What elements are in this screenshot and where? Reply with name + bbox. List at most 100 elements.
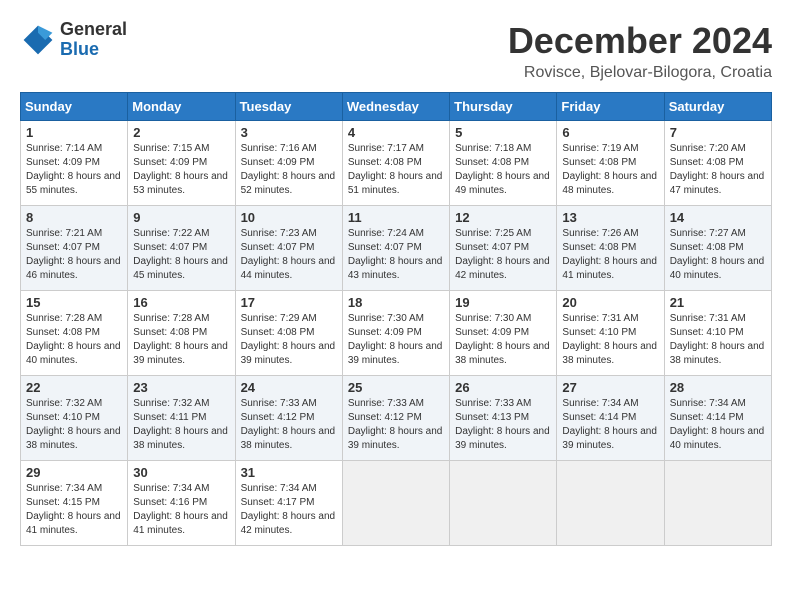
calendar-day-24: 24Sunrise: 7:33 AMSunset: 4:12 PMDayligh…: [235, 376, 342, 461]
calendar-day-3: 3 Sunrise: 7:16 AMSunset: 4:09 PMDaylight…: [235, 121, 342, 206]
calendar-week-3: 15 Sunrise: 7:28 AMSunset: 4:08 PMDayligh…: [21, 291, 772, 376]
day-number: 19: [455, 295, 551, 310]
calendar-day-12: 12 Sunrise: 7:25 AMSunset: 4:07 PMDayligh…: [450, 206, 557, 291]
calendar-day-21: 21 Sunrise: 7:31 AMSunset: 4:10 PMDayligh…: [664, 291, 771, 376]
day-info: Sunrise: 7:20 AMSunset: 4:08 PMDaylight:…: [670, 142, 766, 198]
day-number: 8: [26, 210, 122, 225]
calendar-day-29: 29 Sunrise: 7:34 AMSunset: 4:15 PMDayligh…: [21, 461, 128, 546]
day-number: 17: [241, 295, 337, 310]
day-info: Sunrise: 7:34 AMSunset: 4:17 PMDaylight:…: [241, 482, 337, 538]
day-number: 28: [670, 380, 766, 395]
day-info: Sunrise: 7:34 AMSunset: 4:15 PMDaylight:…: [26, 482, 122, 538]
logo-blue-text: Blue: [60, 40, 127, 60]
empty-cell: [450, 461, 557, 546]
day-number: 1: [26, 125, 122, 140]
calendar-day-14: 14Sunrise: 7:27 AMSunset: 4:08 PMDayligh…: [664, 206, 771, 291]
day-info: Sunrise: 7:31 AMSunset: 4:10 PMDaylight:…: [670, 312, 766, 368]
calendar-week-4: 22 Sunrise: 7:32 AMSunset: 4:10 PMDayligh…: [21, 376, 772, 461]
calendar-week-2: 8 Sunrise: 7:21 AMSunset: 4:07 PMDaylight…: [21, 206, 772, 291]
day-number: 13: [562, 210, 658, 225]
calendar-day-30: 30Sunrise: 7:34 AMSunset: 4:16 PMDayligh…: [128, 461, 235, 546]
calendar-day-15: 15 Sunrise: 7:28 AMSunset: 4:08 PMDayligh…: [21, 291, 128, 376]
calendar-day-1: 1 Sunrise: 7:14 AMSunset: 4:09 PMDaylight…: [21, 121, 128, 206]
day-info: Sunrise: 7:28 AMSunset: 4:08 PMDaylight:…: [133, 312, 229, 368]
day-number: 5: [455, 125, 551, 140]
day-number: 29: [26, 465, 122, 480]
day-info: Sunrise: 7:33 AMSunset: 4:13 PMDaylight:…: [455, 397, 551, 453]
day-number: 18: [348, 295, 444, 310]
calendar-day-2: 2Sunrise: 7:15 AMSunset: 4:09 PMDaylight…: [128, 121, 235, 206]
logo-icon: [20, 22, 56, 58]
calendar-day-19: 19 Sunrise: 7:30 AMSunset: 4:09 PMDayligh…: [450, 291, 557, 376]
calendar-day-11: 11 Sunrise: 7:24 AMSunset: 4:07 PMDayligh…: [342, 206, 449, 291]
day-info: Sunrise: 7:33 AMSunset: 4:12 PMDaylight:…: [241, 397, 337, 453]
month-title: December 2024: [508, 20, 772, 62]
day-info: Sunrise: 7:15 AMSunset: 4:09 PMDaylight:…: [133, 142, 229, 198]
day-number: 23: [133, 380, 229, 395]
day-info: Sunrise: 7:34 AMSunset: 4:14 PMDaylight:…: [562, 397, 658, 453]
calendar-day-4: 4 Sunrise: 7:17 AMSunset: 4:08 PMDaylight…: [342, 121, 449, 206]
day-info: Sunrise: 7:14 AMSunset: 4:09 PMDaylight:…: [26, 142, 122, 198]
day-info: Sunrise: 7:30 AMSunset: 4:09 PMDaylight:…: [348, 312, 444, 368]
calendar-day-22: 22 Sunrise: 7:32 AMSunset: 4:10 PMDayligh…: [21, 376, 128, 461]
calendar-table: SundayMondayTuesdayWednesdayThursdayFrid…: [20, 92, 772, 546]
day-number: 21: [670, 295, 766, 310]
calendar-day-20: 20Sunrise: 7:31 AMSunset: 4:10 PMDayligh…: [557, 291, 664, 376]
day-info: Sunrise: 7:28 AMSunset: 4:08 PMDaylight:…: [26, 312, 122, 368]
empty-cell: [664, 461, 771, 546]
day-info: Sunrise: 7:17 AMSunset: 4:08 PMDaylight:…: [348, 142, 444, 198]
day-info: Sunrise: 7:33 AMSunset: 4:12 PMDaylight:…: [348, 397, 444, 453]
logo-text: General Blue: [60, 20, 127, 60]
day-info: Sunrise: 7:25 AMSunset: 4:07 PMDaylight:…: [455, 227, 551, 283]
page-header: General Blue December 2024 Rovisce, Bjel…: [20, 20, 772, 82]
day-info: Sunrise: 7:30 AMSunset: 4:09 PMDaylight:…: [455, 312, 551, 368]
calendar-day-26: 26 Sunrise: 7:33 AMSunset: 4:13 PMDayligh…: [450, 376, 557, 461]
day-header-saturday: Saturday: [664, 93, 771, 121]
calendar-day-7: 7 Sunrise: 7:20 AMSunset: 4:08 PMDaylight…: [664, 121, 771, 206]
day-number: 26: [455, 380, 551, 395]
day-number: 7: [670, 125, 766, 140]
day-info: Sunrise: 7:32 AMSunset: 4:11 PMDaylight:…: [133, 397, 229, 453]
logo-general-text: General: [60, 20, 127, 40]
day-info: Sunrise: 7:24 AMSunset: 4:07 PMDaylight:…: [348, 227, 444, 283]
day-number: 27: [562, 380, 658, 395]
calendar-day-28: 28 Sunrise: 7:34 AMSunset: 4:14 PMDayligh…: [664, 376, 771, 461]
day-number: 14: [670, 210, 766, 225]
calendar-day-6: 6 Sunrise: 7:19 AMSunset: 4:08 PMDaylight…: [557, 121, 664, 206]
location: Rovisce, Bjelovar-Bilogora, Croatia: [508, 64, 772, 82]
day-header-wednesday: Wednesday: [342, 93, 449, 121]
day-number: 12: [455, 210, 551, 225]
calendar-header-row: SundayMondayTuesdayWednesdayThursdayFrid…: [21, 93, 772, 121]
day-number: 31: [241, 465, 337, 480]
day-number: 4: [348, 125, 444, 140]
day-number: 6: [562, 125, 658, 140]
day-info: Sunrise: 7:32 AMSunset: 4:10 PMDaylight:…: [26, 397, 122, 453]
day-info: Sunrise: 7:34 AMSunset: 4:14 PMDaylight:…: [670, 397, 766, 453]
day-info: Sunrise: 7:18 AMSunset: 4:08 PMDaylight:…: [455, 142, 551, 198]
day-info: Sunrise: 7:23 AMSunset: 4:07 PMDaylight:…: [241, 227, 337, 283]
day-number: 3: [241, 125, 337, 140]
day-header-thursday: Thursday: [450, 93, 557, 121]
day-number: 25: [348, 380, 444, 395]
logo: General Blue: [20, 20, 127, 60]
calendar-day-9: 9Sunrise: 7:22 AMSunset: 4:07 PMDaylight…: [128, 206, 235, 291]
calendar-week-1: 1 Sunrise: 7:14 AMSunset: 4:09 PMDaylight…: [21, 121, 772, 206]
calendar-day-18: 18 Sunrise: 7:30 AMSunset: 4:09 PMDayligh…: [342, 291, 449, 376]
day-number: 15: [26, 295, 122, 310]
day-info: Sunrise: 7:29 AMSunset: 4:08 PMDaylight:…: [241, 312, 337, 368]
calendar-day-8: 8 Sunrise: 7:21 AMSunset: 4:07 PMDaylight…: [21, 206, 128, 291]
calendar-day-31: 31 Sunrise: 7:34 AMSunset: 4:17 PMDayligh…: [235, 461, 342, 546]
day-info: Sunrise: 7:21 AMSunset: 4:07 PMDaylight:…: [26, 227, 122, 283]
empty-cell: [557, 461, 664, 546]
day-info: Sunrise: 7:16 AMSunset: 4:09 PMDaylight:…: [241, 142, 337, 198]
calendar-day-10: 10Sunrise: 7:23 AMSunset: 4:07 PMDayligh…: [235, 206, 342, 291]
day-header-friday: Friday: [557, 93, 664, 121]
day-info: Sunrise: 7:19 AMSunset: 4:08 PMDaylight:…: [562, 142, 658, 198]
day-header-monday: Monday: [128, 93, 235, 121]
day-number: 11: [348, 210, 444, 225]
day-info: Sunrise: 7:31 AMSunset: 4:10 PMDaylight:…: [562, 312, 658, 368]
calendar-day-16: 16Sunrise: 7:28 AMSunset: 4:08 PMDayligh…: [128, 291, 235, 376]
day-number: 22: [26, 380, 122, 395]
calendar-day-13: 13Sunrise: 7:26 AMSunset: 4:08 PMDayligh…: [557, 206, 664, 291]
day-info: Sunrise: 7:34 AMSunset: 4:16 PMDaylight:…: [133, 482, 229, 538]
